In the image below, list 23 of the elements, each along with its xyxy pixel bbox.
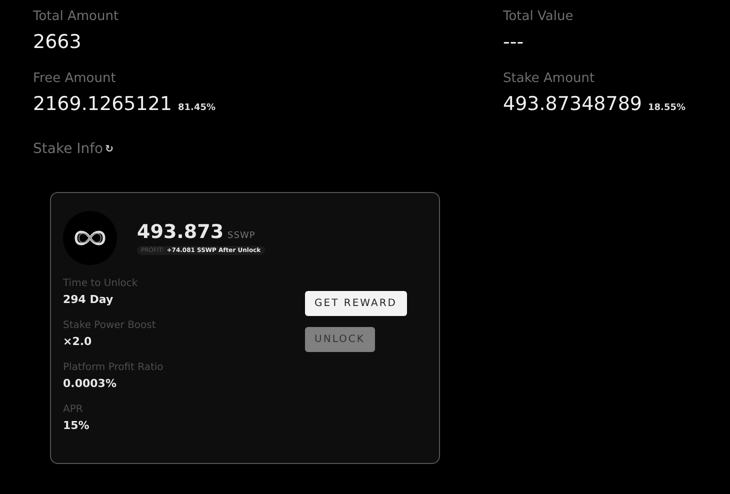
summary-label: Total Amount	[33, 8, 120, 26]
summary-label: Free Amount	[33, 70, 117, 88]
detail-value: 294 Day	[63, 293, 114, 306]
stake-amount: 493.873	[137, 221, 224, 243]
percent-text: 81.45%	[178, 103, 216, 113]
detail-value: 15%	[63, 419, 90, 432]
detail-value: ×2.0	[63, 335, 93, 348]
detail-label: Platform Profit Ratio	[63, 361, 164, 374]
percent-text: 18.55%	[648, 103, 686, 113]
detail-label: APR	[63, 403, 84, 416]
section-title: Stake Info	[33, 140, 104, 158]
get-reward-button[interactable]: GET REWARD	[304, 291, 407, 316]
summary-value: 2663	[33, 30, 82, 54]
token-unit: SSWP	[228, 231, 256, 241]
summary-value: 493.87348789	[503, 92, 642, 116]
summary-value: ---	[503, 30, 524, 54]
summary-value: 2169.1265121	[33, 92, 172, 116]
summary-label: Total Value	[503, 8, 574, 26]
detail-label: Time to Unlock	[63, 277, 139, 290]
summary-label: Stake Amount	[503, 70, 596, 88]
detail-label: Stake Power Boost	[63, 319, 157, 332]
refresh-icon[interactable]: ↻	[105, 144, 114, 154]
detail-value: 0.0003%	[63, 377, 118, 390]
